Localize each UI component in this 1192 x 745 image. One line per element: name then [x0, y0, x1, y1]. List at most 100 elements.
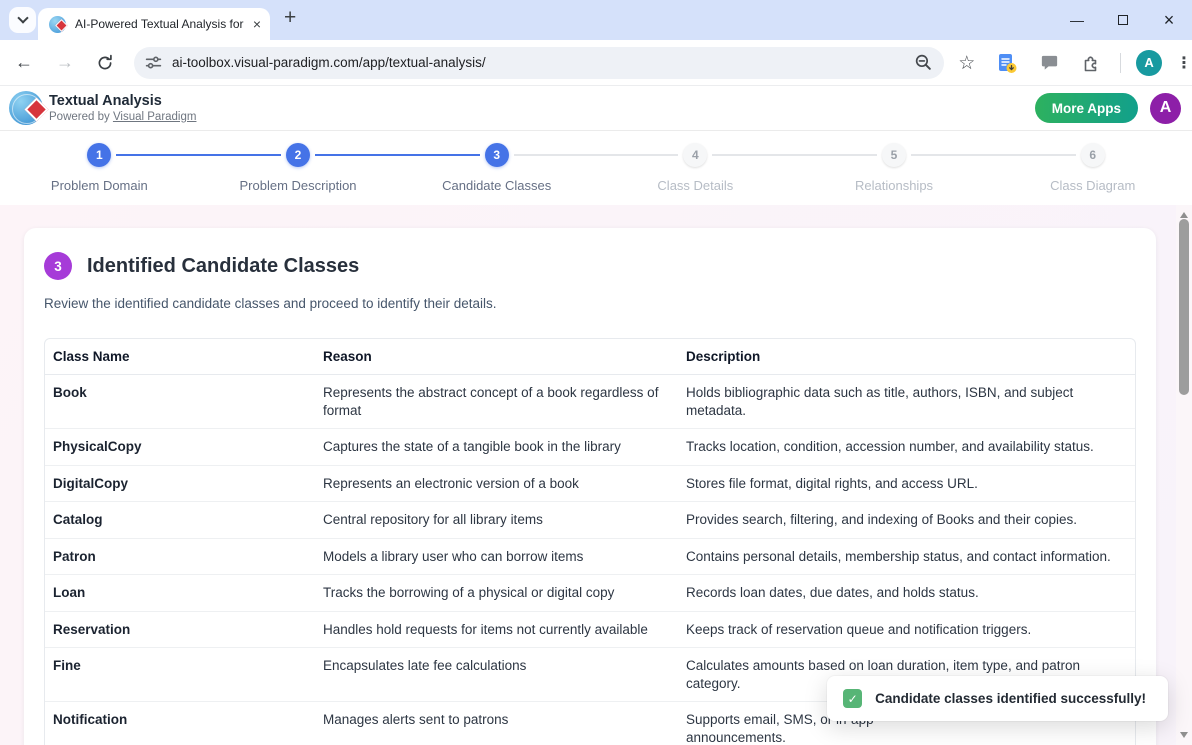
cell-class-name: Patron — [45, 538, 315, 575]
step-number-badge: 1 — [87, 143, 111, 167]
stepper-step[interactable]: 5 Relationships — [795, 131, 994, 205]
more-apps-button[interactable]: More Apps — [1035, 93, 1138, 123]
toolbar-divider — [1120, 53, 1121, 73]
cell-class-name: PhysicalCopy — [45, 428, 315, 465]
browser-menu-icon[interactable]: ⋮ — [1176, 53, 1192, 72]
reload-button[interactable] — [95, 53, 115, 73]
tab-strip: AI-Powered Textual Analysis for × + — × — [0, 0, 1192, 40]
cell-class-name: Reservation — [45, 611, 315, 648]
scroll-up-arrow-icon[interactable] — [1180, 212, 1188, 218]
cell-class-name: Book — [45, 375, 315, 428]
success-toast: ✓ Candidate classes identified successfu… — [827, 676, 1168, 721]
table-row: Patron Models a library user who can bor… — [45, 538, 1135, 575]
page-title: Identified Candidate Classes — [87, 255, 359, 278]
column-header-description: Description — [678, 339, 1135, 375]
table-row: Book Represents the abstract concept of … — [45, 375, 1135, 428]
powered-by-text: Powered by — [49, 111, 110, 123]
cell-class-name: Notification — [45, 701, 315, 745]
table-row: Loan Tracks the borrowing of a physical … — [45, 574, 1135, 611]
page-subtitle: Review the identified candidate classes … — [44, 296, 1136, 311]
cell-description: Stores file format, digital rights, and … — [678, 465, 1135, 502]
tab-search-button[interactable] — [9, 7, 36, 33]
toast-message: Candidate classes identified successfull… — [875, 691, 1146, 706]
cell-class-name: Catalog — [45, 501, 315, 538]
scrollbar-thumb[interactable] — [1179, 219, 1189, 395]
table-row: Reservation Handles hold requests for it… — [45, 611, 1135, 648]
cell-reason: Represents an electronic version of a bo… — [315, 465, 678, 502]
step-label: Problem Domain — [0, 178, 199, 193]
visual-paradigm-favicon — [49, 16, 66, 33]
cell-class-name: Loan — [45, 574, 315, 611]
tab-close-icon[interactable]: × — [253, 17, 261, 31]
vertical-scrollbar[interactable] — [1176, 205, 1192, 745]
table-row: DigitalCopy Represents an electronic ver… — [45, 465, 1135, 502]
stepper-step[interactable]: 2 Problem Description — [199, 131, 398, 205]
page-content: 3 Identified Candidate Classes Review th… — [0, 205, 1192, 745]
app-title: Textual Analysis — [49, 93, 196, 109]
address-bar[interactable]: ai-toolbox.visual-paradigm.com/app/textu… — [134, 47, 944, 79]
cell-description: Tracks location, condition, accession nu… — [678, 428, 1135, 465]
step-label: Class Diagram — [993, 178, 1192, 193]
step-number-badge: 2 — [286, 143, 310, 167]
table-row: Catalog Central repository for all libra… — [45, 501, 1135, 538]
url-text[interactable]: ai-toolbox.visual-paradigm.com/app/textu… — [172, 55, 914, 70]
page-download-icon[interactable] — [995, 51, 1019, 75]
cell-reason: Captures the state of a tangible book in… — [315, 428, 678, 465]
browser-toolbar: ← → ai-toolbox.visual-paradigm.com/app/t… — [0, 40, 1192, 86]
step-label: Problem Description — [199, 178, 398, 193]
maximize-button[interactable] — [1100, 0, 1146, 40]
browser-tab[interactable]: AI-Powered Textual Analysis for × — [38, 8, 270, 40]
user-avatar[interactable]: A — [1150, 93, 1181, 124]
stepper-step[interactable]: 4 Class Details — [596, 131, 795, 205]
step-label: Class Details — [596, 178, 795, 193]
window-controls: — × — [1054, 0, 1192, 40]
cell-reason: Models a library user who can borrow ite… — [315, 538, 678, 575]
app-header: Textual Analysis Powered by Visual Parad… — [0, 86, 1192, 131]
site-settings-icon[interactable] — [145, 54, 162, 71]
powered-by: Powered by Visual Paradigm — [49, 111, 196, 123]
maximize-icon — [1118, 15, 1128, 25]
cell-description: Records loan dates, due dates, and holds… — [678, 574, 1135, 611]
extensions-icon[interactable] — [1080, 52, 1102, 74]
step-number-badge: 3 — [485, 143, 509, 167]
reload-icon — [95, 53, 115, 73]
cell-class-name: DigitalCopy — [45, 465, 315, 502]
step-label: Candidate Classes — [397, 178, 596, 193]
stepper-step[interactable]: 1 Problem Domain — [0, 131, 199, 205]
forward-button: → — [56, 52, 74, 73]
comment-icon[interactable] — [1039, 52, 1060, 73]
step-number-badge: 6 — [1081, 143, 1105, 167]
stepper-step[interactable]: 6 Class Diagram — [993, 131, 1192, 205]
window-close-button[interactable]: × — [1146, 0, 1192, 40]
stepper: 1 Problem Domain 2 Problem Description 3… — [0, 131, 1192, 205]
column-header-reason: Reason — [315, 339, 678, 375]
scroll-down-arrow-icon[interactable] — [1180, 732, 1188, 738]
table-row: PhysicalCopy Captures the state of a tan… — [45, 428, 1135, 465]
cell-description: Provides search, filtering, and indexing… — [678, 501, 1135, 538]
cell-reason: Handles hold requests for items not curr… — [315, 611, 678, 648]
browser-profile-avatar[interactable]: A — [1136, 50, 1162, 76]
cell-reason: Represents the abstract concept of a boo… — [315, 375, 678, 428]
success-check-icon: ✓ — [843, 689, 862, 708]
cell-reason: Tracks the borrowing of a physical or di… — [315, 574, 678, 611]
visual-paradigm-link[interactable]: Visual Paradigm — [113, 111, 197, 123]
cell-reason: Encapsulates late fee calculations — [315, 647, 678, 701]
cell-description: Holds bibliographic data such as title, … — [678, 375, 1135, 428]
visual-paradigm-logo — [9, 91, 43, 125]
step-number-badge: 4 — [683, 143, 707, 167]
tab-title: AI-Powered Textual Analysis for — [75, 17, 247, 31]
new-tab-button[interactable]: + — [284, 6, 296, 30]
cell-description: Keeps track of reservation queue and not… — [678, 611, 1135, 648]
back-button[interactable]: ← — [15, 52, 33, 73]
minimize-button[interactable]: — — [1054, 0, 1100, 40]
cell-reason: Manages alerts sent to patrons — [315, 701, 678, 745]
zoom-out-icon[interactable] — [914, 53, 933, 72]
stepper-step[interactable]: 3 Candidate Classes — [397, 131, 596, 205]
section-step-badge: 3 — [44, 252, 72, 280]
candidate-classes-card: 3 Identified Candidate Classes Review th… — [24, 228, 1156, 745]
cell-class-name: Fine — [45, 647, 315, 701]
column-header-class-name: Class Name — [45, 339, 315, 375]
cell-reason: Central repository for all library items — [315, 501, 678, 538]
chevron-down-icon — [17, 12, 28, 23]
bookmark-star-icon[interactable]: ☆ — [958, 52, 975, 74]
